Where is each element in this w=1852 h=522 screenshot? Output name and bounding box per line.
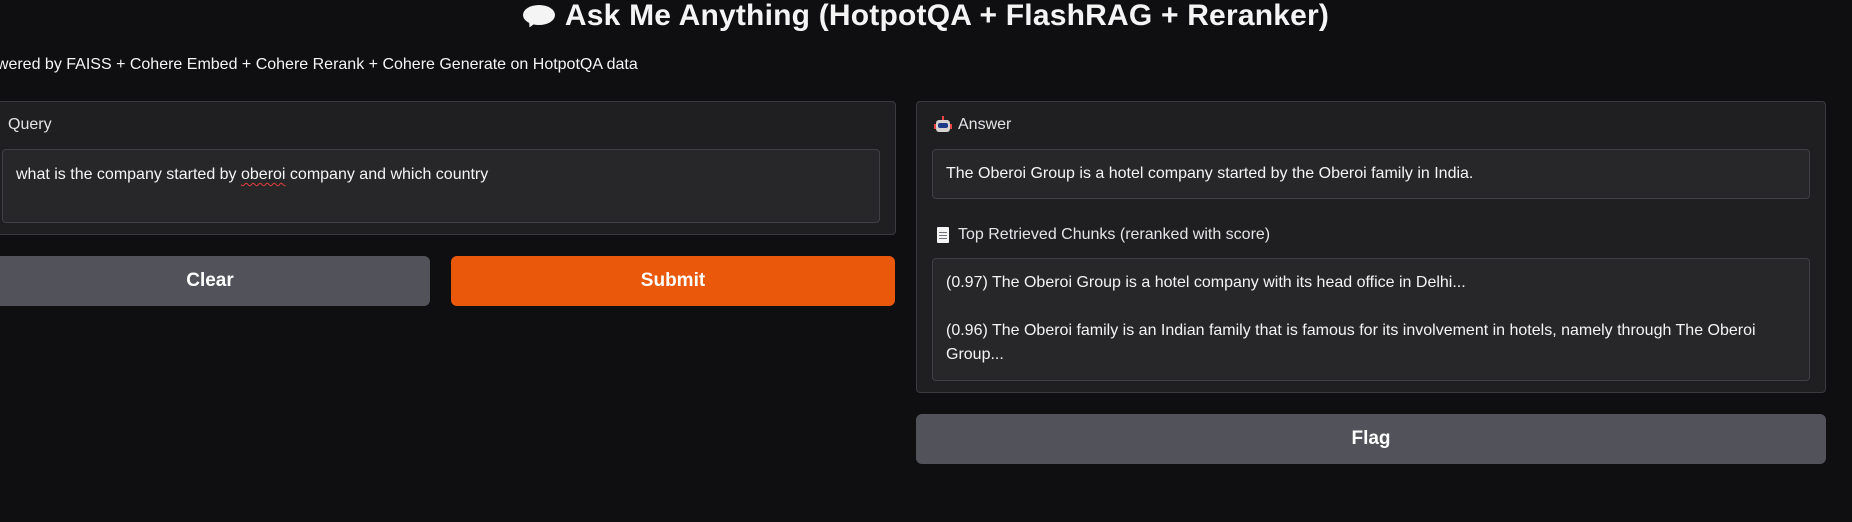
flag-button[interactable]: Flag [916,414,1826,464]
query-text-misspelled: oberoi [241,166,286,183]
page-title-text: Ask Me Anything (HotpotQA + FlashRAG + R… [564,0,1330,32]
answer-output[interactable]: The Oberoi Group is a hotel company star… [932,149,1810,199]
chunks-label: Top Retrieved Chunks (reranked with scor… [934,226,1270,244]
chunk-item: (0.96) The Oberoi family is an Indian fa… [946,322,1756,363]
chunk-item: (0.97) The Oberoi Group is a hotel compa… [946,274,1466,291]
answer-label: Answer [934,116,1011,134]
submit-button[interactable]: Submit [451,256,895,306]
page-title: Ask Me Anything (HotpotQA + FlashRAG + R… [0,0,1852,32]
chunks-output[interactable]: (0.97) The Oberoi Group is a hotel compa… [932,258,1810,381]
answer-label-text: Answer [958,116,1012,133]
robot-icon [934,116,952,134]
chunks-label-text: Top Retrieved Chunks (reranked with scor… [958,226,1271,243]
clear-button[interactable]: Clear [0,256,430,306]
page-subtitle: owered by FAISS + Cohere Embed + Cohere … [0,56,638,73]
query-input[interactable]: what is the company started by oberoi co… [2,149,880,223]
query-text-after: company and which country [285,166,489,183]
app-page: Ask Me Anything (HotpotQA + FlashRAG + R… [0,0,1852,522]
query-label: Query [8,116,52,133]
speech-bubble-icon [522,3,557,30]
document-icon [934,226,952,244]
query-text-before: what is the company started by [16,166,241,183]
